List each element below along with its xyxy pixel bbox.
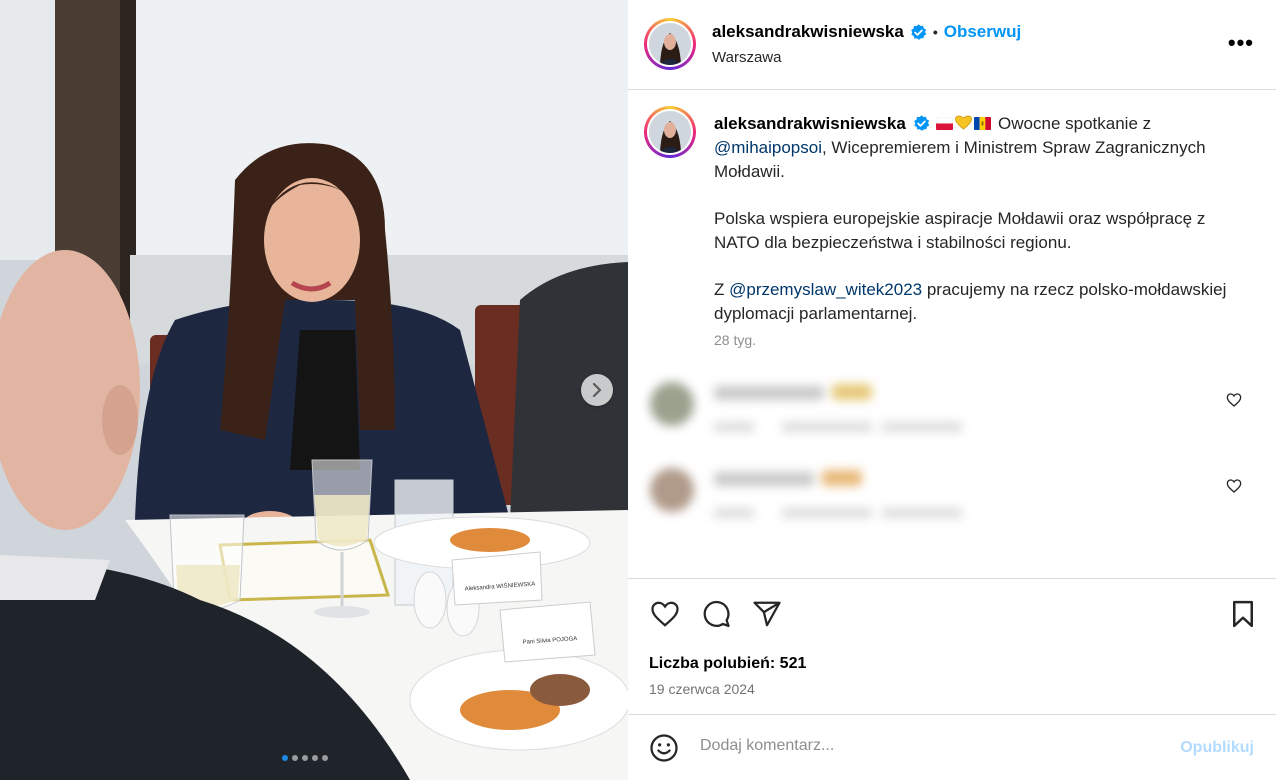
header-user-row: aleksandrakwisniewska • Obserwuj xyxy=(712,22,1021,42)
post-photo[interactable]: Aleksandra WIŚNIEWSKA Pani Silvia POJOGA xyxy=(0,0,628,780)
comment-bubble-icon[interactable] xyxy=(700,599,732,629)
separator-dot: • xyxy=(932,24,938,40)
header-username[interactable]: aleksandrakwisniewska xyxy=(712,22,904,42)
chevron-right-icon xyxy=(592,383,602,397)
avatar-image xyxy=(649,23,691,65)
post-time-ago[interactable]: 28 tyg. xyxy=(714,332,756,348)
verified-badge-icon xyxy=(913,115,929,131)
flag-poland-icon xyxy=(936,117,954,130)
smiley-icon[interactable] xyxy=(649,733,679,763)
yellow-heart-icon xyxy=(955,115,973,130)
caption-text-1: Owocne spotkanie z xyxy=(993,114,1152,133)
carousel-indicator xyxy=(282,755,328,761)
verified-badge-icon xyxy=(911,23,927,40)
mention-link-1[interactable]: @mihaipopsoi xyxy=(714,138,822,157)
caption-text-3-prefix: Z xyxy=(714,280,730,299)
publish-button[interactable]: Opublikuj xyxy=(1180,739,1254,757)
post-caption: aleksandrakwisniewska Owocne spotkanie z… xyxy=(714,112,1254,349)
mention-link-2[interactable]: @przemyslaw_witek2023 xyxy=(729,280,922,299)
carousel-next-button[interactable] xyxy=(581,374,613,406)
carousel-dot xyxy=(312,755,318,761)
post-details-panel: aleksandrakwisniewska • Obserwuj Warszaw… xyxy=(628,0,1276,780)
caption-avatar[interactable] xyxy=(644,106,696,158)
follow-button[interactable]: Obserwuj xyxy=(944,22,1021,42)
bookmark-icon[interactable] xyxy=(1228,599,1258,629)
carousel-dot xyxy=(302,755,308,761)
comment-input[interactable] xyxy=(700,737,1160,755)
avatar[interactable] xyxy=(644,18,696,70)
comment-item xyxy=(642,372,1242,442)
flag-moldova-icon xyxy=(974,117,992,130)
post-date: 19 czerwca 2024 xyxy=(649,681,755,697)
post-header: aleksandrakwisniewska • Obserwuj Warszaw… xyxy=(628,0,1276,90)
carousel-dot xyxy=(292,755,298,761)
comment-item xyxy=(642,458,1242,528)
add-comment-bar: Opublikuj xyxy=(628,714,1276,780)
paper-plane-icon[interactable] xyxy=(752,599,782,629)
more-options-button[interactable]: ••• xyxy=(1228,30,1254,56)
carousel-dot xyxy=(282,755,288,761)
likes-count[interactable]: Liczba polubień: 521 xyxy=(649,655,806,673)
carousel-dot xyxy=(322,755,328,761)
post-actions: Liczba polubień: 521 19 czerwca 2024 xyxy=(628,578,1276,714)
heart-icon[interactable] xyxy=(1226,392,1242,408)
caption-username[interactable]: aleksandrakwisniewska xyxy=(714,114,906,133)
location-link[interactable]: Warszawa xyxy=(712,49,781,66)
meeting-photo xyxy=(0,0,628,780)
heart-icon[interactable] xyxy=(649,599,681,629)
heart-icon[interactable] xyxy=(1226,478,1242,494)
caption-paragraph-2: Polska wspiera europejskie aspiracje Moł… xyxy=(714,209,1206,252)
